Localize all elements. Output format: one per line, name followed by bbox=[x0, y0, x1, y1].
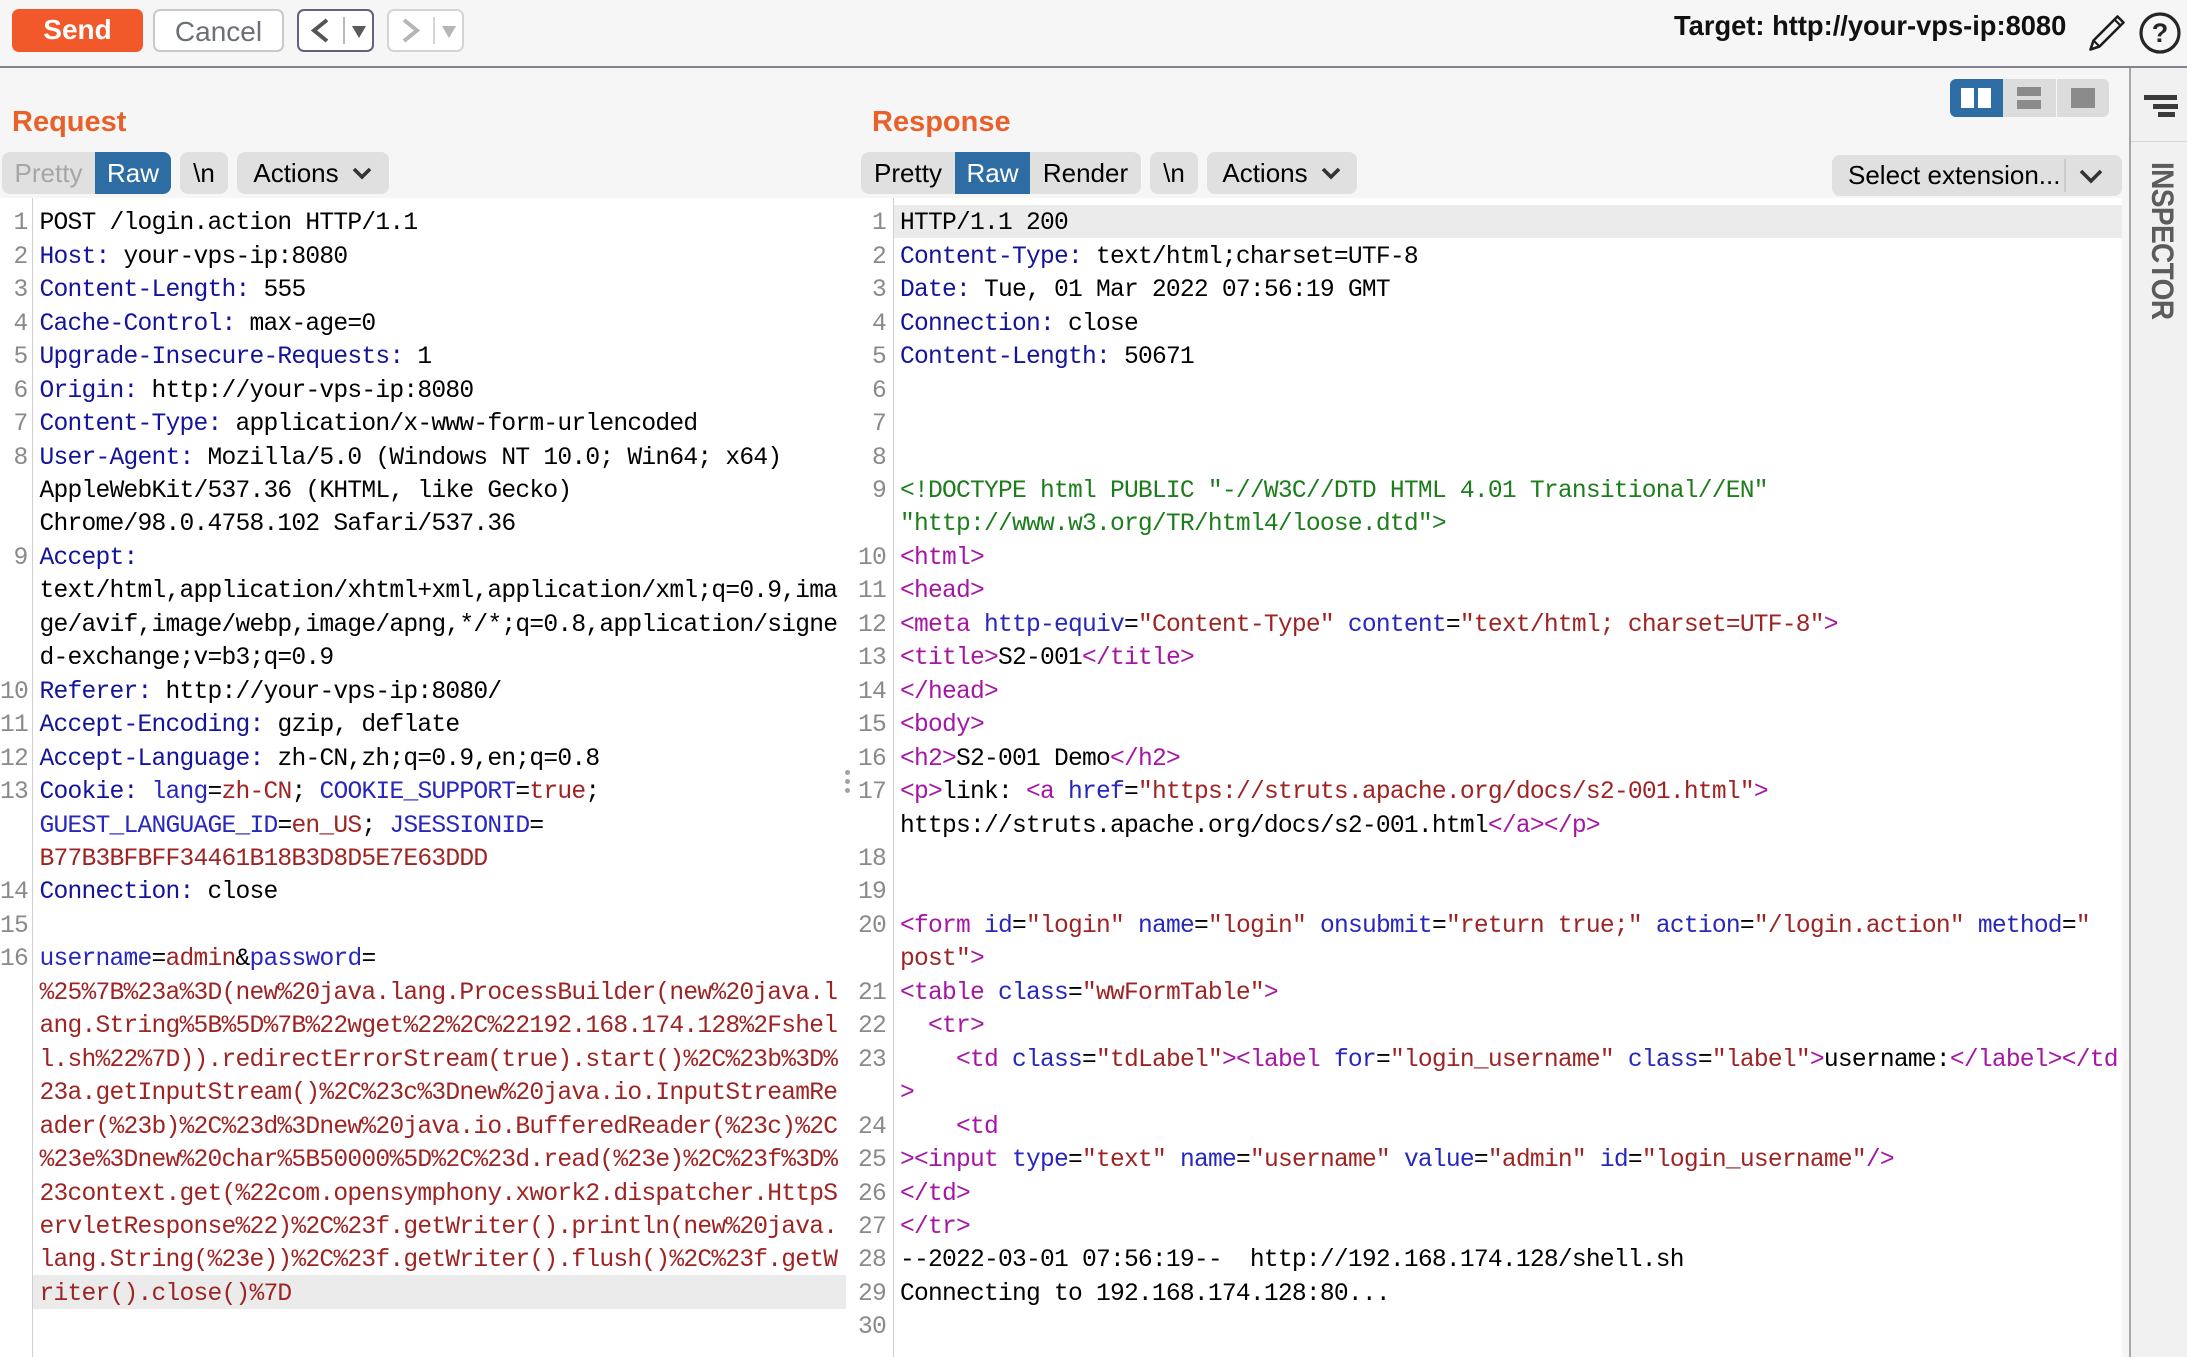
svg-text:?: ? bbox=[2152, 18, 2169, 48]
